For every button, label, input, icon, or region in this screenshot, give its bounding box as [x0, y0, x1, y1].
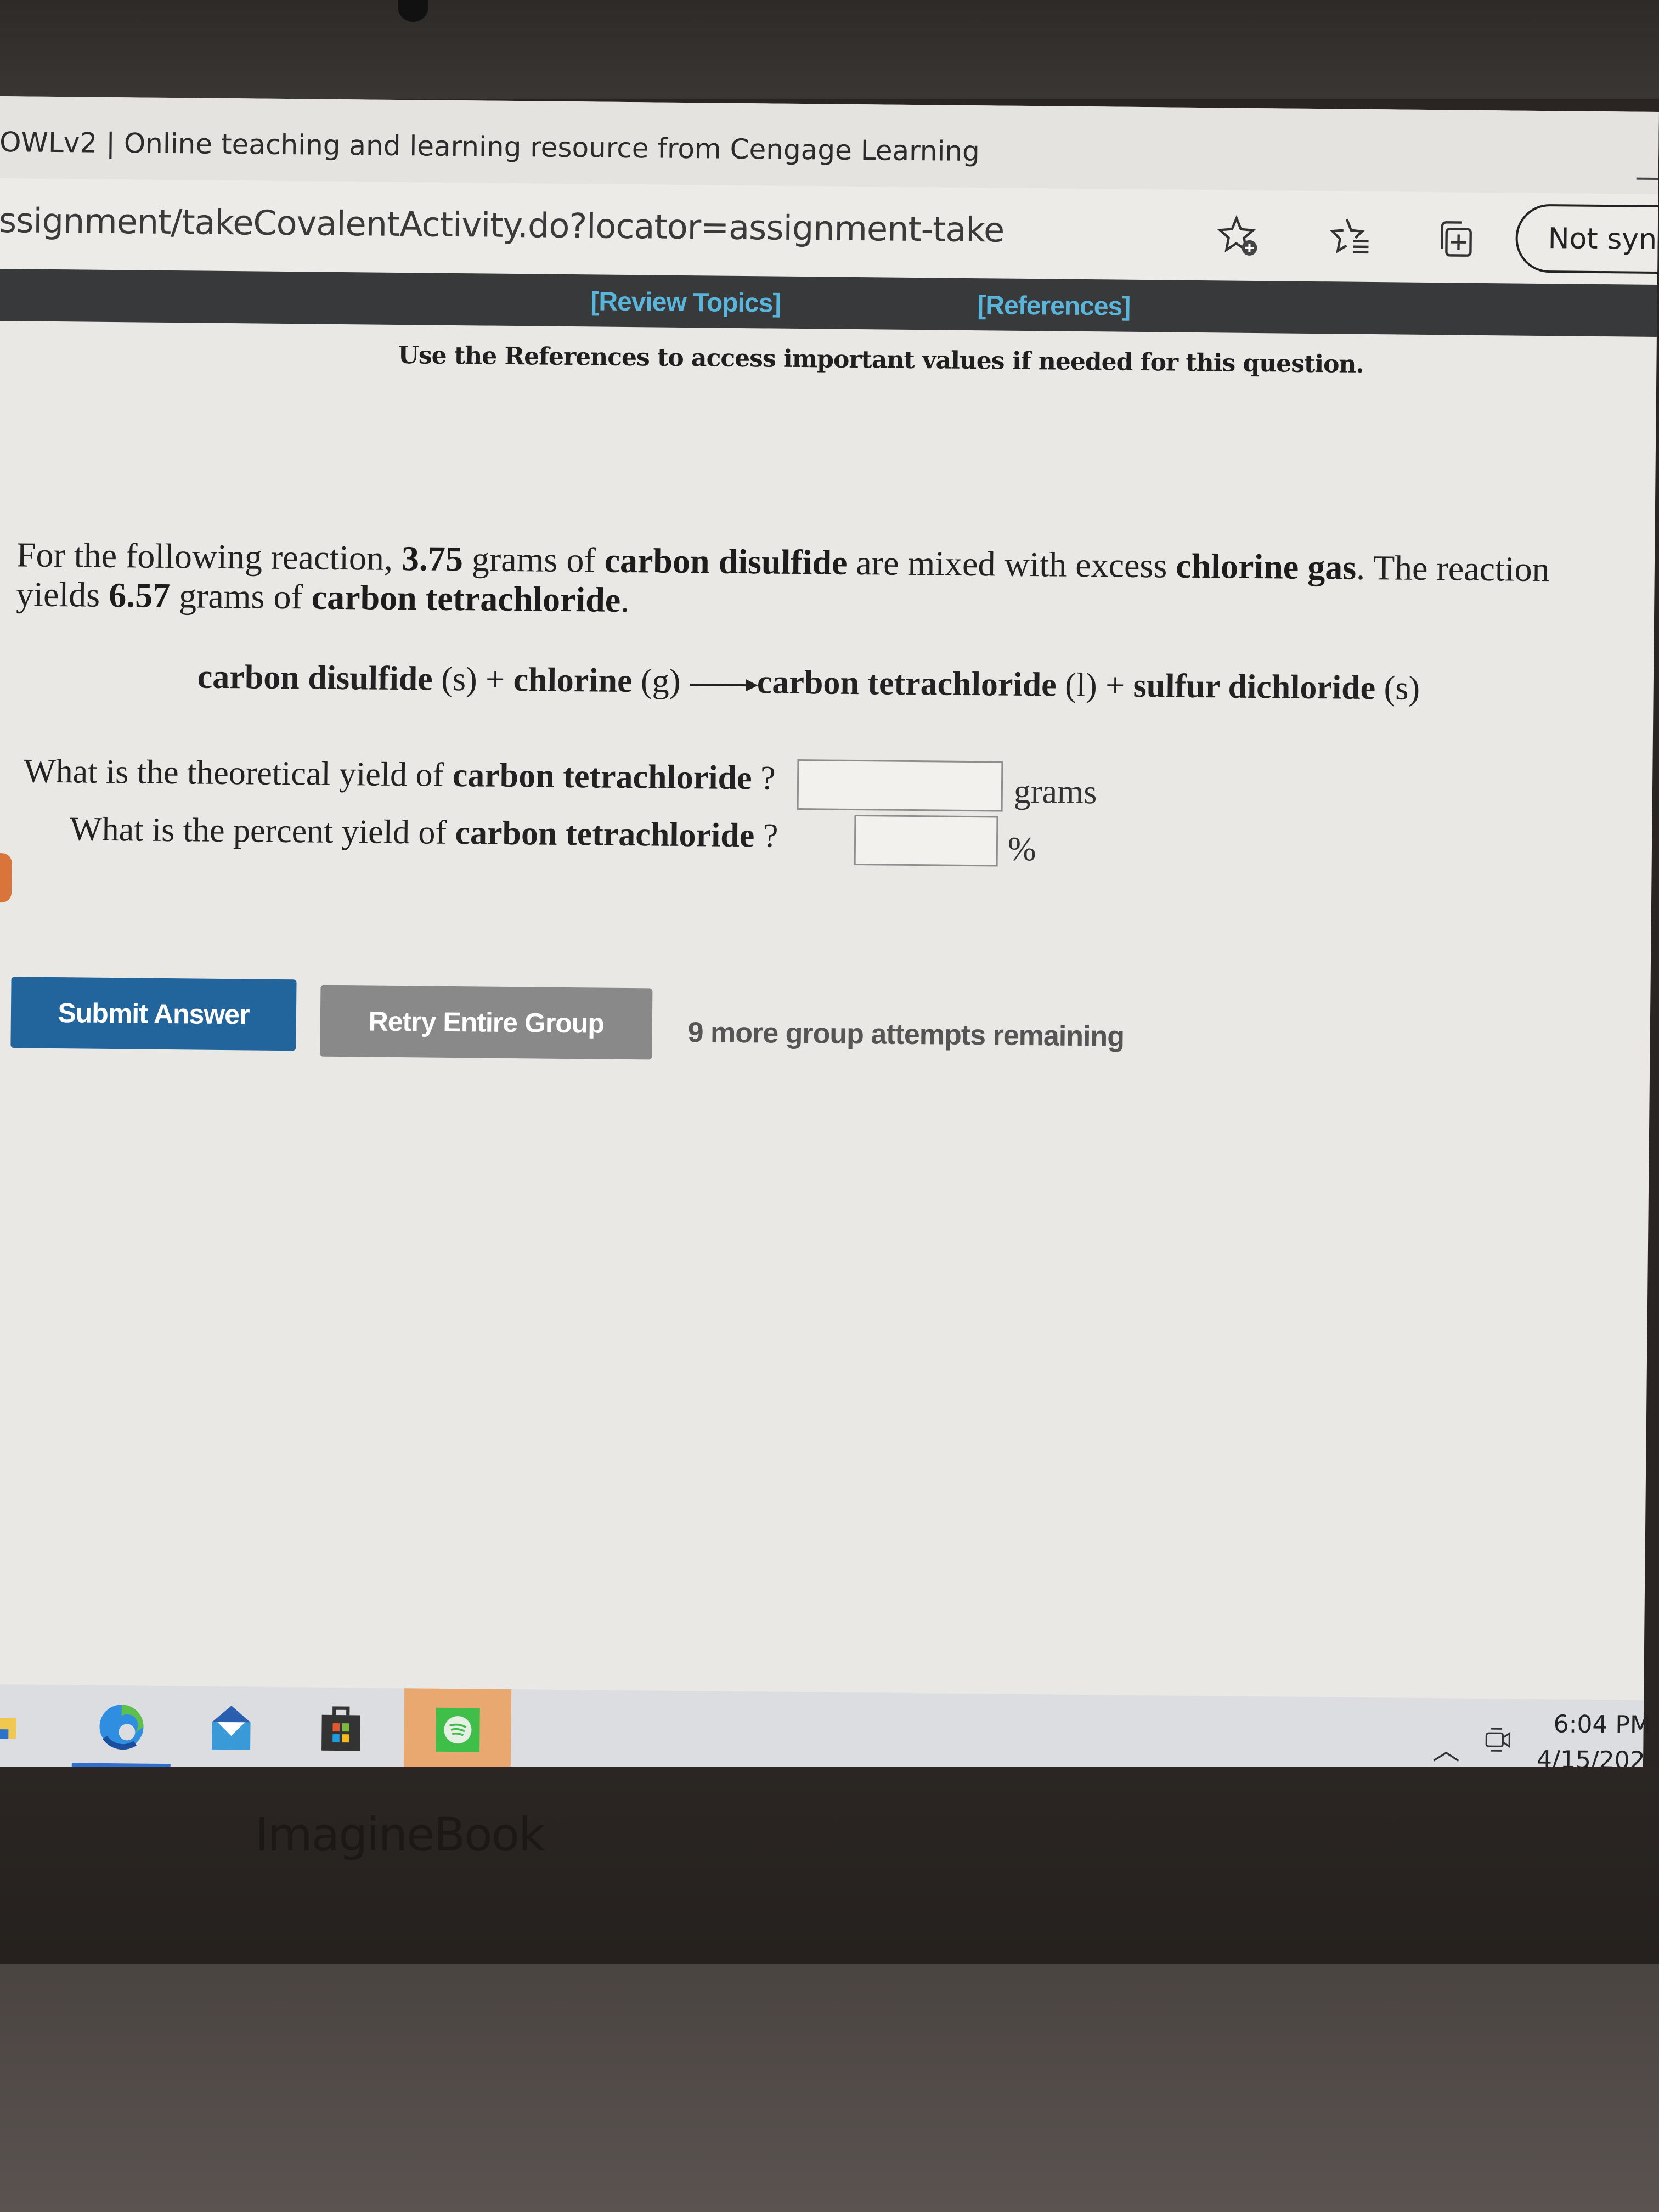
question-label: What is the theoretical yield of — [23, 752, 453, 794]
taskbar-file-explorer[interactable] — [0, 1684, 34, 1767]
webcam — [398, 0, 428, 22]
collections-button[interactable] — [1430, 213, 1480, 263]
references-link[interactable]: [References] — [977, 290, 1130, 322]
clock-time[interactable]: 6:04 PM — [1553, 1710, 1651, 1739]
profile-sync-button[interactable]: Not sync — [1515, 204, 1659, 274]
question-text-part: grams of — [462, 539, 605, 580]
browser-title-bar: OWLv2 | Online teaching and learning res… — [0, 96, 1659, 195]
question-text-part: . — [620, 580, 630, 620]
reaction-equation: carbon disulfide (s) + chlorine (g) carb… — [198, 658, 1420, 708]
reactant-1: carbon disulfide — [197, 658, 433, 698]
question-mark: ? — [754, 817, 778, 855]
question-text: For the following reaction, 3.75 grams o… — [16, 535, 1635, 629]
side-panel-tab[interactable] — [0, 853, 12, 903]
instruction-text: Use the References to access important v… — [398, 341, 1364, 379]
excess-reagent-name: chlorine gas — [1175, 546, 1357, 587]
product-1: carbon tetrachloride — [757, 663, 1057, 704]
add-favorite-icon — [1217, 215, 1257, 256]
reactant-name: carbon disulfide — [604, 540, 848, 582]
taskbar-spotify[interactable] — [403, 1688, 512, 1772]
product-1-state: (l) — [1064, 666, 1098, 704]
screen: OWLv2 | Online teaching and learning res… — [0, 96, 1659, 1782]
window-title: OWLv2 | Online teaching and learning res… — [0, 126, 980, 168]
device-brand-logo: ImagineBook — [255, 1808, 545, 1861]
product-2: sulfur dichloride — [1133, 667, 1376, 707]
product-name: carbon tetrachloride — [311, 577, 621, 619]
url-field[interactable]: ssignment/takeCovalentActivity.do?locato… — [0, 200, 1005, 250]
address-bar: ssignment/takeCovalentActivity.do?locato… — [0, 178, 1659, 285]
taskbar-microsoft-store[interactable] — [291, 1687, 391, 1770]
question-label: What is the percent yield of — [69, 810, 455, 852]
question-text-part: grams of — [170, 576, 312, 617]
file-explorer-icon — [0, 1717, 16, 1739]
taskbar-mail[interactable] — [182, 1686, 281, 1769]
mail-icon — [212, 1706, 251, 1750]
question-subject: carbon tetrachloride — [452, 756, 752, 797]
taskbar-edge[interactable] — [72, 1685, 171, 1768]
question-mark: ? — [752, 759, 776, 797]
minimize-button[interactable] — [1636, 177, 1658, 180]
percent-yield-question: What is the percent yield of carbon tetr… — [70, 810, 778, 855]
reactant-mass: 3.75 — [401, 539, 464, 579]
profile-sync-label: Not sync — [1548, 222, 1659, 256]
reactant-1-state: (s) — [441, 660, 478, 698]
theoretical-yield-question: What is the theoretical yield of carbon … — [24, 752, 776, 798]
spotify-icon — [435, 1707, 480, 1752]
favorites-button[interactable] — [1326, 212, 1376, 262]
theoretical-yield-input[interactable] — [797, 759, 1003, 812]
submit-answer-button[interactable]: Submit Answer — [10, 977, 297, 1051]
laptop-bezel-top — [0, 0, 1659, 99]
favorites-list-icon — [1329, 218, 1369, 254]
percent-yield-input[interactable] — [854, 815, 998, 867]
product-2-state: (s) — [1384, 669, 1420, 707]
reactant-2: chlorine — [513, 661, 633, 700]
product-mass: 6.57 — [108, 575, 171, 616]
collections-icon — [1441, 221, 1472, 257]
reaction-arrow-icon — [690, 683, 756, 687]
retry-entire-group-button[interactable]: Retry Entire Group — [320, 985, 653, 1060]
question-text-part: For the following reaction, — [16, 535, 402, 578]
attempts-remaining: 9 more group attempts remaining — [687, 1017, 1125, 1053]
laptop-keyboard-deck — [0, 1964, 1659, 2212]
question-text-part: are mixed with excess — [847, 543, 1176, 585]
plus-sign: + — [1105, 667, 1125, 704]
add-favorite-button[interactable] — [1214, 211, 1263, 261]
reactant-2-state: (g) — [640, 662, 681, 700]
percent-unit: % — [1007, 830, 1036, 868]
meet-now-button[interactable] — [1482, 1723, 1515, 1759]
meet-now-icon — [1485, 1728, 1511, 1752]
edge-browser-icon — [99, 1705, 144, 1750]
question-subject: carbon tetrachloride — [455, 814, 755, 855]
tray-chevron-up-icon[interactable]: ︿ — [1432, 1728, 1460, 1768]
review-topics-link[interactable]: [Review Topics] — [590, 286, 781, 318]
grams-unit: grams — [1013, 772, 1097, 811]
microsoft-store-icon — [321, 1706, 360, 1751]
plus-sign: + — [485, 661, 505, 698]
